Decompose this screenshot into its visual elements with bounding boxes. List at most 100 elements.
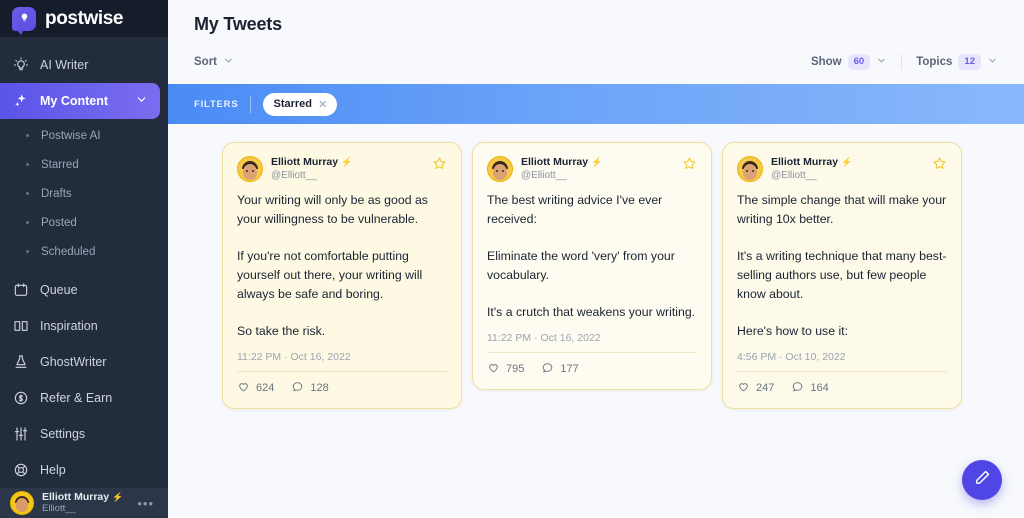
sidebar-subitem-label: Starred: [41, 158, 79, 171]
profile-handle: Elliott__: [42, 503, 76, 515]
sidebar-item-inspiration[interactable]: Inspiration: [0, 308, 168, 344]
topics-dropdown[interactable]: Topics 12: [916, 54, 998, 70]
sidebar-subitem-postwise-ai[interactable]: Postwise AI: [0, 121, 168, 150]
brand-name: postwise: [45, 7, 124, 29]
filter-chip-label: Starred: [273, 98, 313, 110]
sidebar-subitem-label: Postwise AI: [41, 129, 101, 142]
lightbulb-icon: [12, 57, 29, 74]
reply-count: 177: [560, 362, 579, 375]
reply-count: 128: [310, 381, 329, 394]
sidebar-item-ghostwriter[interactable]: GhostWriter: [0, 344, 168, 380]
tweet-board: Elliott Murray ⚡ @Elliott__ Your writing…: [168, 124, 1024, 518]
toolbar: Sort Show 60 Topics 12: [194, 43, 998, 81]
sidebar-nav: AI Writer My Content Postwise AI Starred…: [0, 37, 168, 488]
like-stat[interactable]: 247: [737, 380, 774, 396]
like-count: 624: [256, 381, 275, 394]
ellipsis-icon[interactable]: •••: [137, 496, 154, 511]
like-stat[interactable]: 795: [487, 361, 524, 377]
compose-button[interactable]: [962, 460, 1002, 500]
show-label: Show: [810, 55, 842, 68]
sliders-icon: [12, 426, 29, 443]
sidebar-item-ai-writer[interactable]: AI Writer: [0, 47, 168, 83]
filters-label: FILTERS: [194, 98, 239, 110]
tweet-stats: 795 177: [487, 361, 697, 377]
sort-dropdown[interactable]: Sort: [194, 55, 234, 69]
lightbulb-speech-bubble-icon: [12, 6, 36, 35]
toolbar-right: Show 60 Topics 12: [811, 54, 998, 70]
bullet-icon: [26, 250, 29, 254]
profile-name-row: Elliott Murray ⚡: [42, 491, 123, 504]
filter-divider: [250, 95, 252, 113]
tweet-card[interactable]: Elliott Murray ⚡ @Elliott__ The simple c…: [722, 142, 962, 409]
filter-bar: FILTERS Starred ✕: [168, 84, 1024, 124]
sidebar-item-label: Inspiration: [40, 319, 98, 334]
tweet-author-name: Elliott Murray: [771, 156, 839, 168]
tweet-stats: 624 128: [237, 380, 447, 396]
sidebar-item-label: GhostWriter: [40, 355, 107, 370]
star-icon[interactable]: [932, 156, 947, 171]
sidebar-item-my-content[interactable]: My Content: [0, 83, 160, 120]
sidebar-item-label: Refer & Earn: [40, 391, 113, 406]
sidebar-user-profile[interactable]: Elliott Murray ⚡ Elliott__ •••: [0, 488, 168, 518]
sidebar-item-queue[interactable]: Queue: [0, 272, 168, 308]
comment-icon: [541, 361, 554, 377]
like-stat[interactable]: 624: [237, 380, 274, 396]
like-count: 247: [756, 381, 775, 394]
bullet-icon: [26, 221, 29, 225]
tweet-text: The simple change that will make your wr…: [737, 193, 947, 338]
tweet-timestamp: 11:22 PM · Oct 16, 2022: [487, 331, 601, 344]
filter-chip-starred[interactable]: Starred ✕: [263, 92, 338, 116]
bolt-icon: ⚡: [591, 156, 603, 167]
calendar-icon: [12, 282, 29, 299]
sidebar-subitem-label: Drafts: [41, 187, 72, 200]
topics-label: Topics: [916, 55, 953, 68]
tweet-text: Your writing will only be as good as you…: [237, 193, 428, 338]
bullet-icon: [26, 192, 29, 196]
avatar: [737, 156, 763, 182]
avatar: [10, 491, 34, 516]
heart-icon: [737, 380, 750, 396]
avatar: [487, 156, 513, 182]
tweet-author-handle: @Elliott__: [771, 170, 817, 182]
divider: [237, 370, 447, 372]
tweet-author-handle: @Elliott__: [271, 170, 317, 182]
comment-icon: [791, 380, 804, 396]
sort-label: Sort: [194, 56, 217, 68]
sidebar-subitem-posted[interactable]: Posted: [0, 208, 168, 237]
sidebar-item-label: Help: [40, 463, 66, 478]
sidebar-subnav: Postwise AI Starred Drafts Posted Schedu…: [0, 119, 168, 272]
heart-icon: [487, 361, 500, 377]
show-dropdown[interactable]: Show 60: [810, 54, 887, 70]
sidebar-subitem-scheduled[interactable]: Scheduled: [0, 237, 168, 266]
sidebar-item-settings[interactable]: Settings: [0, 416, 168, 452]
tweet-author-row: Elliott Murray ⚡: [271, 156, 352, 169]
sidebar-item-help[interactable]: Help: [0, 452, 168, 488]
tweet-author-row: Elliott Murray ⚡: [521, 156, 602, 169]
bullet-icon: [26, 134, 29, 138]
star-icon[interactable]: [432, 156, 447, 171]
tweet-card-list: Elliott Murray ⚡ @Elliott__ Your writing…: [168, 124, 1024, 409]
chevron-down-icon[interactable]: [135, 93, 148, 109]
chevron-down-icon: [876, 55, 887, 69]
close-icon[interactable]: ✕: [318, 98, 327, 111]
tweet-card[interactable]: Elliott Murray ⚡ @Elliott__ The best wri…: [472, 142, 712, 390]
sidebar-subitem-label: Posted: [41, 216, 77, 229]
sidebar-item-label: My Content: [40, 94, 109, 109]
reply-stat[interactable]: 164: [791, 380, 829, 396]
sidebar-subitem-drafts[interactable]: Drafts: [0, 179, 168, 208]
bolt-icon: ⚡: [841, 156, 853, 167]
chevron-down-icon: [223, 55, 234, 69]
tweet-card-header: Elliott Murray ⚡ @Elliott__: [487, 156, 697, 182]
tweet-card[interactable]: Elliott Murray ⚡ @Elliott__ Your writing…: [222, 142, 462, 409]
tweet-author-name: Elliott Murray: [521, 156, 589, 168]
reply-stat[interactable]: 177: [541, 361, 579, 377]
reply-stat[interactable]: 128: [291, 380, 329, 396]
brand-logo[interactable]: postwise: [0, 0, 168, 38]
sidebar-item-refer-and-earn[interactable]: Refer & Earn: [0, 380, 168, 416]
toolbar-divider: [901, 54, 903, 70]
sidebar-subitem-starred[interactable]: Starred: [0, 150, 168, 179]
star-icon[interactable]: [682, 156, 697, 171]
tweet-card-header: Elliott Murray ⚡ @Elliott__: [237, 156, 447, 182]
chevron-down-icon: [987, 55, 998, 69]
lifebuoy-icon: [12, 462, 29, 479]
